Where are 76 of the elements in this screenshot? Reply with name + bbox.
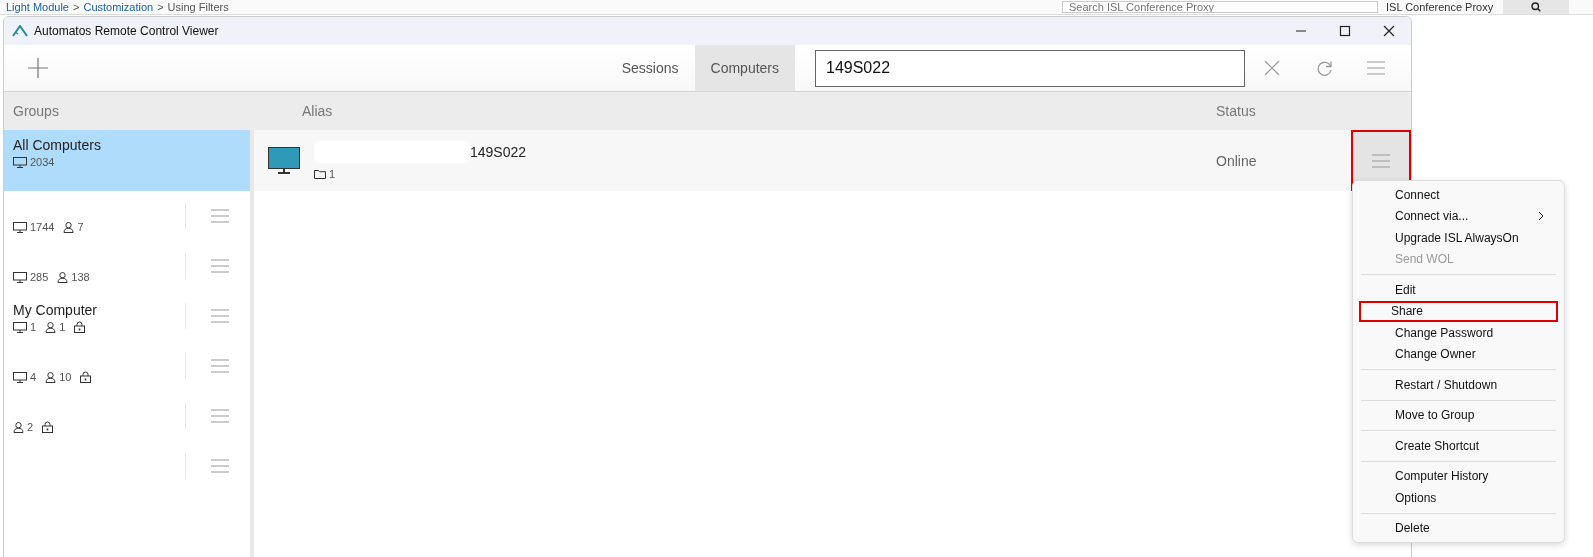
computer-count: 1744 — [30, 221, 55, 233]
breadcrumb-current: Using Filters — [167, 1, 229, 13]
menu-icon — [1372, 153, 1390, 168]
menu-item[interactable]: Delete — [1359, 517, 1558, 539]
user-count: 1 — [59, 321, 66, 333]
status-text: Online — [1216, 152, 1258, 169]
user-icon — [57, 271, 69, 283]
menu-item[interactable]: Change Owner — [1359, 343, 1558, 365]
monitor-icon — [13, 371, 27, 383]
user-icon — [13, 421, 24, 433]
maximize-icon — [1339, 25, 1351, 37]
breadcrumb-link[interactable]: Customization — [83, 1, 154, 13]
add-button[interactable] — [26, 56, 50, 80]
user-count: 10 — [59, 371, 72, 383]
column-header: Alias — [302, 103, 333, 119]
monitor-icon — [13, 271, 27, 283]
refresh-icon — [1315, 59, 1333, 77]
menu-item[interactable]: Computer History — [1359, 465, 1558, 487]
group-item[interactable]: 285 138 — [4, 241, 250, 291]
product-dropdown[interactable]: ISL Conference Proxy — [1378, 1, 1503, 13]
column-header: Groups — [13, 103, 59, 119]
menu-item[interactable]: Restart / Shutdown — [1359, 374, 1558, 396]
user-count: 2 — [27, 421, 34, 433]
breadcrumb-separator: > — [157, 1, 164, 13]
menu-item[interactable]: Upgrade ISL AlwaysOn — [1359, 227, 1558, 249]
group-name: My Computer — [13, 302, 99, 318]
folder-icon — [314, 169, 326, 179]
computer-count: 1 — [30, 321, 37, 333]
menu-item[interactable]: Create Shortcut — [1359, 435, 1558, 457]
column-header: Status — [1216, 103, 1256, 119]
user-count: 7 — [77, 221, 84, 233]
user-icon — [63, 221, 75, 233]
tab[interactable]: Computers — [694, 45, 795, 91]
menu-icon — [1367, 61, 1385, 75]
menu-icon — [211, 309, 229, 323]
breadcrumb-separator: > — [73, 1, 80, 13]
computer-row[interactable]: 149S022 1 Online — [254, 130, 1411, 191]
window-title: Automatos Remote Control Viewer — [34, 24, 219, 38]
search-icon — [1531, 2, 1541, 12]
breadcrumb-link[interactable]: Light Module — [6, 1, 69, 13]
close-icon — [1383, 25, 1395, 37]
menu-item[interactable]: Edit — [1359, 279, 1558, 301]
computer-alias: 149S022 — [470, 144, 527, 160]
menu-item[interactable]: Share — [1359, 300, 1558, 322]
menu-item[interactable]: Change Password — [1359, 322, 1558, 344]
computer-count: 2034 — [30, 156, 55, 168]
close-icon — [1264, 60, 1280, 76]
user-icon — [45, 371, 57, 383]
plus-icon — [28, 58, 48, 78]
search-button[interactable] — [1503, 0, 1569, 14]
group-item[interactable]: All Computers 2034 — [4, 130, 250, 191]
computer-count: 285 — [30, 271, 49, 283]
search-field[interactable]: 149S022 — [815, 49, 1245, 87]
user-icon — [45, 321, 57, 333]
menu-icon — [211, 459, 229, 473]
monitor-icon — [268, 146, 300, 175]
tab[interactable]: Sessions — [605, 45, 695, 91]
menu-icon — [211, 359, 229, 373]
menu-item[interactable]: Options — [1359, 487, 1558, 509]
monitor-icon — [13, 156, 27, 168]
folder-count: 1 — [329, 168, 336, 180]
group-item[interactable]: 1744 7 — [4, 191, 250, 241]
menu-item[interactable]: Move to Group — [1359, 404, 1558, 426]
monitor-icon — [13, 321, 27, 333]
menu-item[interactable]: Connect via... — [1359, 205, 1558, 227]
menu-icon — [211, 259, 229, 273]
computer-count: 4 — [30, 371, 37, 383]
group-item[interactable]: 4 10 — [4, 341, 250, 391]
group-item[interactable]: My Computer 1 1 — [4, 291, 250, 341]
monitor-icon — [13, 221, 27, 233]
group-name: All Computers — [13, 137, 102, 153]
menu-icon — [211, 209, 229, 223]
group-item[interactable]: 2 — [4, 391, 250, 441]
menu-icon — [211, 409, 229, 423]
user-count: 138 — [71, 271, 90, 283]
logo-icon — [12, 25, 28, 37]
